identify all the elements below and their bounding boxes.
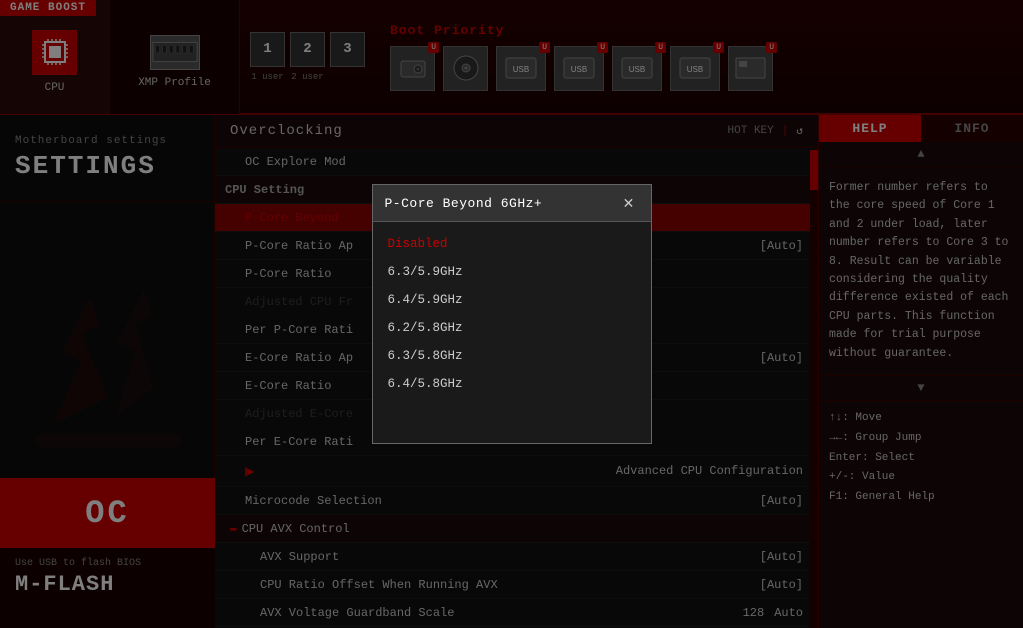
modal-option-5[interactable]: 6.4/5.8GHz xyxy=(373,370,651,398)
modal-body: Disabled 6.3/5.9GHz 6.4/5.9GHz 6.2/5.8GH… xyxy=(373,222,651,406)
modal-header: P-Core Beyond 6GHz+ ✕ xyxy=(373,185,651,222)
modal-option-1[interactable]: 6.3/5.9GHz xyxy=(373,258,651,286)
modal-option-2[interactable]: 6.4/5.9GHz xyxy=(373,286,651,314)
modal-option-4[interactable]: 6.3/5.8GHz xyxy=(373,342,651,370)
modal-title: P-Core Beyond 6GHz+ xyxy=(385,196,543,211)
modal-dialog: P-Core Beyond 6GHz+ ✕ Disabled 6.3/5.9GH… xyxy=(372,184,652,444)
modal-option-0[interactable]: Disabled xyxy=(373,230,651,258)
modal-overlay: P-Core Beyond 6GHz+ ✕ Disabled 6.3/5.9GH… xyxy=(0,0,1023,628)
modal-close-button[interactable]: ✕ xyxy=(619,193,639,213)
modal-option-3[interactable]: 6.2/5.8GHz xyxy=(373,314,651,342)
